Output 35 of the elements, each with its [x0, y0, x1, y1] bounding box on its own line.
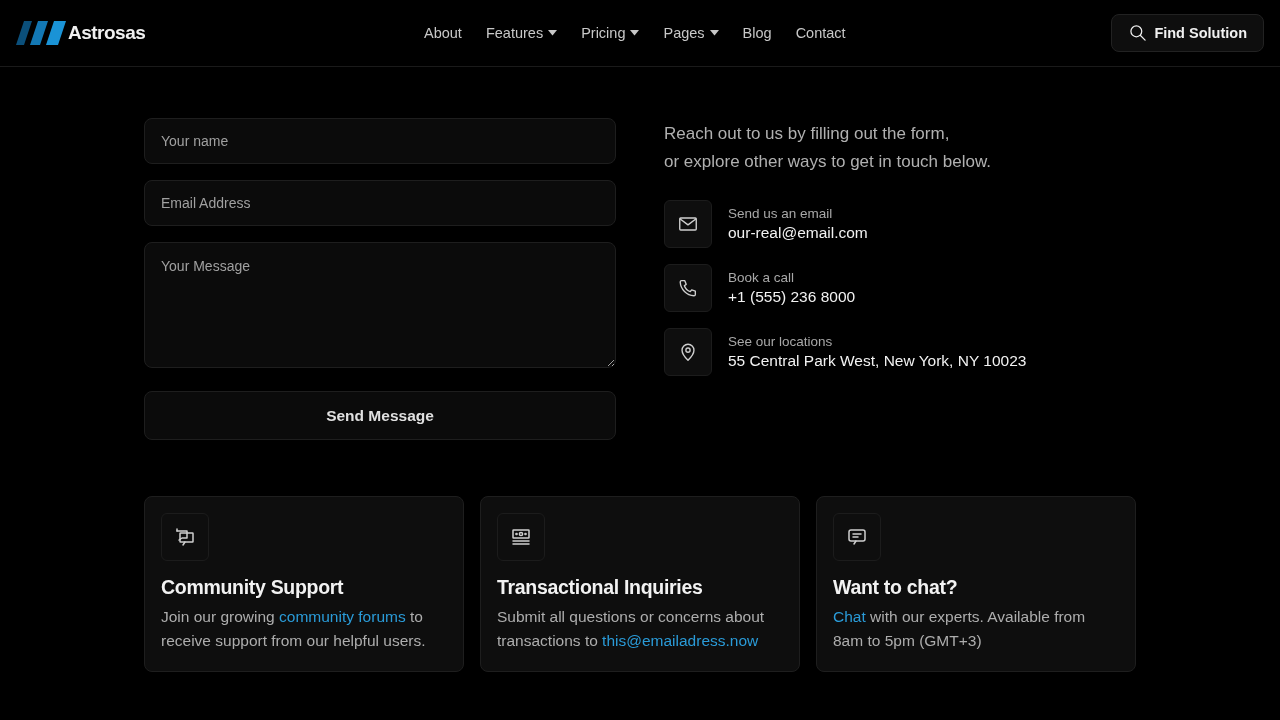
contact-value: +1 (555) 236 8000	[728, 288, 856, 306]
intro-text: Reach out to us by filling out the form, or explore other ways to get in touch below.	[664, 123, 992, 173]
caret-icon	[630, 30, 640, 36]
contact-label: Send us an email	[728, 206, 834, 221]
logo-text[interactable]: Astrosas	[68, 22, 146, 44]
text-link[interactable]: this@emailadress.now	[602, 632, 759, 649]
send-message-button[interactable]: Send Message	[144, 391, 616, 440]
card-title: Want to chat?	[833, 576, 959, 599]
contact-value: our-real@email.com	[728, 224, 868, 242]
nav-link[interactable]: Pages	[651, 22, 731, 44]
logo-stripes-icon	[16, 21, 66, 45]
input-field[interactable]: Your name	[144, 118, 616, 164]
search-icon	[1128, 23, 1149, 43]
nav-link[interactable]: About	[412, 22, 474, 44]
find-solution-button[interactable]: Find Solution	[1111, 14, 1264, 52]
nav-link[interactable]: Contact	[783, 22, 858, 44]
contact-value: 55 Central Park West, New York, NY 10023	[728, 352, 1027, 370]
text-link[interactable]: community forums	[279, 608, 406, 625]
nav-link[interactable]: Features	[473, 22, 570, 44]
caret-icon	[548, 30, 558, 36]
card-text: Submit all questions or concerns about transactions to this@emailadress.now	[497, 607, 766, 651]
card-text: Chat with our experts. Available from 8am to 5pm (GMT+3)	[833, 607, 1087, 651]
phone-icon	[677, 277, 699, 299]
contact-label: Book a call	[728, 270, 796, 285]
chat-bubbles-icon	[173, 525, 197, 549]
contact-label: See our locations	[728, 334, 834, 349]
caret-icon	[709, 30, 719, 36]
nav-link[interactable]: Blog	[730, 22, 784, 44]
input-field[interactable]: Email Address	[144, 180, 616, 226]
nav-link[interactable]: Pricing	[569, 22, 652, 44]
card-text: Join our growing community forums to receive support from our helpful users.	[161, 607, 427, 651]
message-field[interactable]: Your Message	[144, 242, 616, 368]
card-title: Community Support	[161, 576, 345, 599]
text-link[interactable]: Chat	[833, 608, 866, 625]
card-title: Transactional Inquiries	[497, 576, 704, 599]
